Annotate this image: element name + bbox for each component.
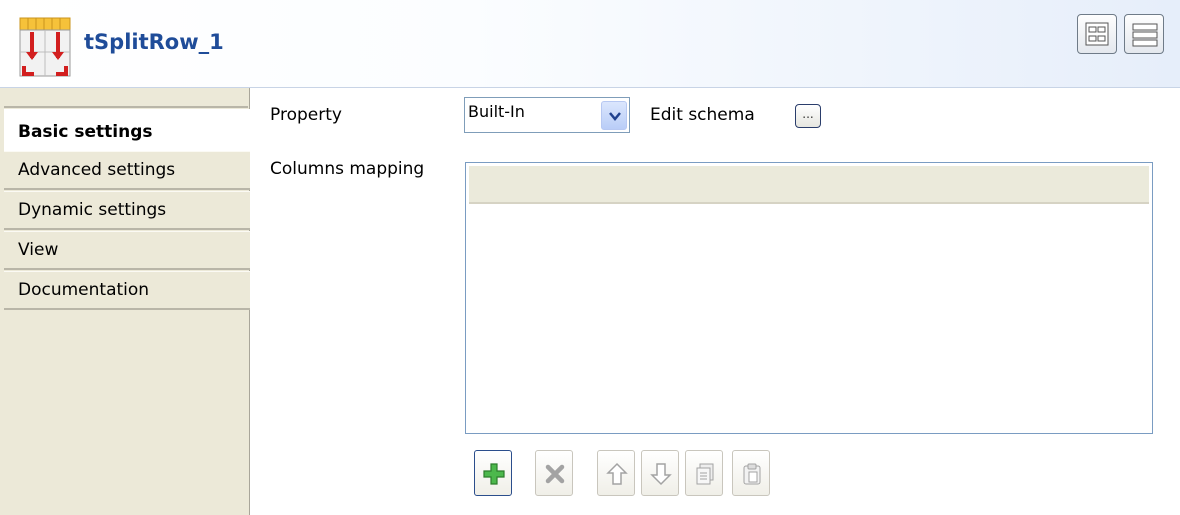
delete-button[interactable] (535, 450, 573, 496)
move-down-icon (650, 463, 672, 486)
move-up-button[interactable] (597, 450, 635, 496)
grid-layout-icon (1085, 22, 1109, 46)
tsplitrow-component-icon (19, 17, 71, 77)
edit-schema-button[interactable]: ... (795, 104, 821, 128)
component-title: tSplitRow_1 (84, 30, 224, 54)
move-up-icon (606, 462, 628, 485)
grid-layout-button[interactable] (1077, 14, 1117, 54)
edit-schema-label: Edit schema (650, 105, 755, 125)
list-layout-icon (1132, 23, 1158, 47)
table-header (469, 166, 1149, 204)
add-icon (483, 463, 505, 485)
chevron-down-icon[interactable] (601, 101, 627, 130)
component-header: tSplitRow_1 (0, 0, 1180, 88)
columns-mapping-label: Columns mapping (270, 159, 425, 179)
move-down-button[interactable] (641, 450, 679, 496)
property-select-value: Built-In (468, 102, 525, 121)
copy-button[interactable] (685, 450, 723, 496)
add-button[interactable] (474, 450, 512, 496)
property-label: Property (270, 105, 342, 125)
copy-icon (696, 463, 714, 485)
list-layout-button[interactable] (1124, 14, 1164, 54)
tab-view[interactable]: View (4, 231, 250, 270)
paste-button[interactable] (732, 450, 770, 496)
property-select[interactable]: Built-In (464, 97, 630, 133)
tab-basic-settings[interactable]: Basic settings (4, 109, 251, 151)
columns-mapping-table[interactable] (465, 162, 1153, 434)
paste-icon (743, 463, 761, 485)
tab-documentation[interactable]: Documentation (4, 271, 250, 310)
tab-dynamic-settings[interactable]: Dynamic settings (4, 191, 250, 230)
tab-separator (4, 90, 248, 108)
delete-icon (545, 464, 565, 484)
tab-advanced-settings[interactable]: Advanced settings (4, 151, 250, 190)
